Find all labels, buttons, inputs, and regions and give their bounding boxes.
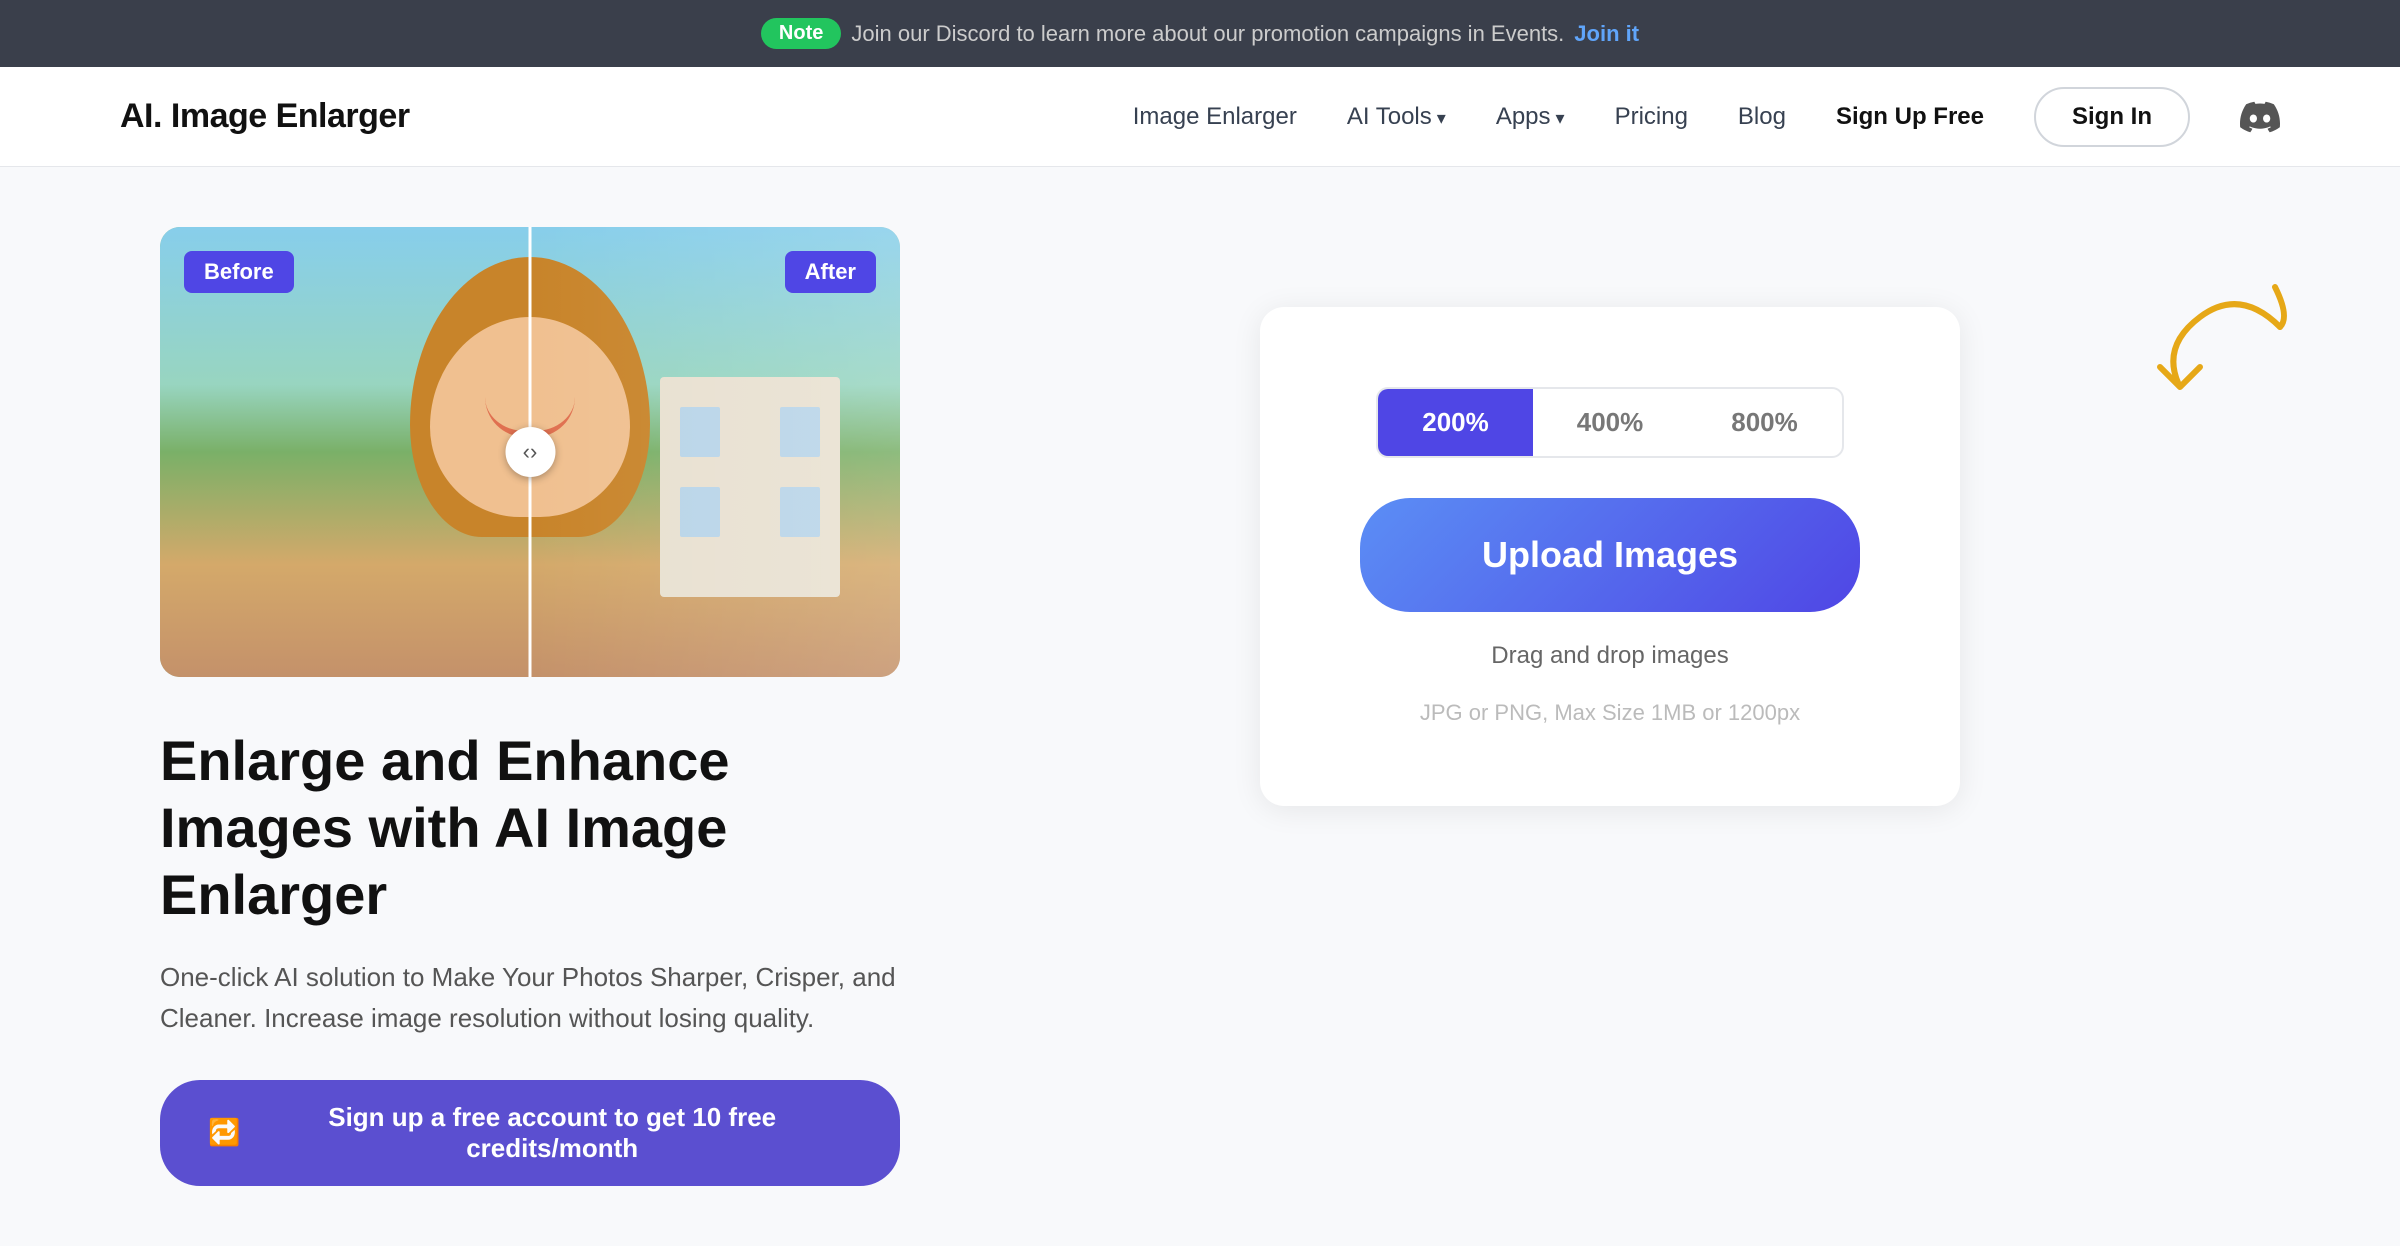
top-banner: Note Join our Discord to learn more abou… [0,0,2400,67]
signup-button[interactable]: Sign Up Free [1836,103,1984,131]
main-content: ‹› Before After Enlarge and Enhance Imag… [0,167,2400,1246]
hero-subtitle: One-click AI solution to Make Your Photo… [160,957,900,1040]
cta-signup-button[interactable]: 🔁 Sign up a free account to get 10 free … [160,1080,900,1186]
scale-400-button[interactable]: 400% [1533,389,1688,456]
window2 [780,407,820,457]
arrow-decoration [2120,267,2320,427]
banner-link[interactable]: Join it [1574,21,1639,47]
nav-apps[interactable]: Apps [1496,103,1565,131]
brand-logo[interactable]: AI. Image Enlarger [120,97,410,136]
scale-options: 200% 400% 800% [1376,387,1844,458]
cta-label: Sign up a free account to get 10 free cr… [252,1102,852,1164]
note-badge: Note [761,18,841,49]
format-text: JPG or PNG, Max Size 1MB or 1200px [1420,700,1800,726]
after-badge: After [785,251,876,293]
upload-card: 200% 400% 800% Upload Images Drag and dr… [1260,307,1960,806]
divider-line: ‹› [529,227,532,677]
nav-pricing[interactable]: Pricing [1615,103,1688,131]
nav-blog[interactable]: Blog [1738,103,1786,131]
gift-icon: 🔁 [208,1117,240,1148]
window4 [780,487,820,537]
nav-links: Image Enlarger AI Tools Apps Pricing Blo… [1133,87,2280,147]
hero-title: Enlarge and Enhance Images with AI Image… [160,727,900,929]
navbar: AI. Image Enlarger Image Enlarger AI Too… [0,67,2400,167]
scale-200-button[interactable]: 200% [1378,389,1533,456]
right-section: 200% 400% 800% Upload Images Drag and dr… [980,227,2240,806]
nav-ai-tools[interactable]: AI Tools [1347,103,1446,131]
before-after-container: ‹› Before After [160,227,900,677]
scale-800-button[interactable]: 800% [1687,389,1842,456]
nav-image-enlarger[interactable]: Image Enlarger [1133,103,1297,131]
discord-icon[interactable] [2240,97,2280,137]
banner-message: Join our Discord to learn more about our… [851,21,1564,47]
before-badge: Before [184,251,294,293]
upload-images-button[interactable]: Upload Images [1360,498,1860,612]
divider-handle[interactable]: ‹› [505,427,555,477]
signin-button[interactable]: Sign In [2034,87,2190,147]
left-section: ‹› Before After Enlarge and Enhance Imag… [160,227,900,1186]
drag-drop-text: Drag and drop images [1491,642,1728,670]
